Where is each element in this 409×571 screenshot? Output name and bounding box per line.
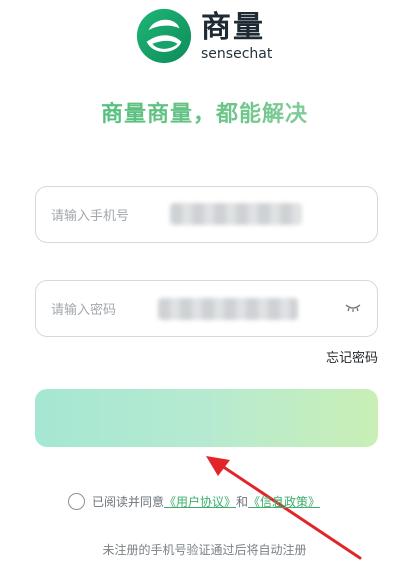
password-input[interactable]: 请输入密码 [35, 280, 378, 337]
phone-value-masked [170, 203, 302, 225]
login-page: 商量 sensechat 商量商量，都能解决 请输入手机号 请输入密码 忘记密码… [0, 0, 409, 571]
brand-logo: 商量 sensechat [135, 6, 272, 66]
phone-input[interactable]: 请输入手机号 [35, 186, 378, 243]
brand-wordmark: 商量 sensechat [201, 9, 273, 62]
agreement-conjunction: 和 [236, 494, 249, 509]
privacy-policy-link[interactable]: 《信息政策》 [248, 493, 320, 510]
user-agreement-link[interactable]: 《用户协议》 [164, 493, 236, 510]
password-placeholder: 请输入密码 [51, 303, 117, 318]
sensechat-logo-icon [136, 8, 192, 64]
phone-placeholder: 请输入手机号 [51, 209, 130, 224]
brand-name-en: sensechat [201, 45, 273, 62]
agreement-prefix: 已阅读并同意 [92, 494, 165, 509]
slogan: 商量商量，都能解决 [0, 96, 409, 128]
eye-closed-icon[interactable] [345, 303, 361, 313]
brand-name-cn: 商量 [201, 9, 265, 45]
login-button[interactable] [35, 389, 378, 447]
agree-radio[interactable] [68, 492, 85, 510]
forgot-password-link[interactable]: 忘记密码 [326, 347, 378, 366]
password-value-masked [158, 298, 298, 320]
auto-register-note: 未注册的手机号验证通过后将自动注册 [102, 543, 307, 557]
agreement-row: 已阅读并同意 《用户协议》 和 《信息政策》 [68, 491, 320, 511]
